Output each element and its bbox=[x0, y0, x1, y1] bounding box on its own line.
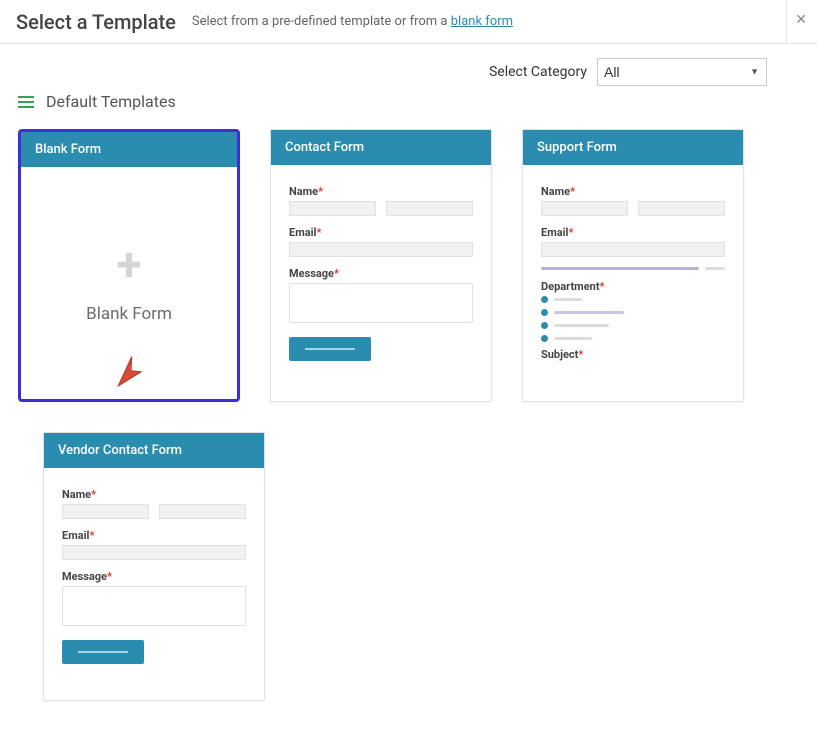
last-name-input bbox=[159, 504, 246, 519]
email-input bbox=[541, 242, 725, 257]
field-label-message: Message* bbox=[62, 570, 246, 583]
card-title: Vendor Contact Form bbox=[44, 433, 264, 468]
field-label-email: Email* bbox=[541, 226, 725, 239]
last-name-input bbox=[638, 201, 725, 216]
card-body-support: Name* Email* Department* Subject* bbox=[523, 165, 743, 397]
section-separator bbox=[541, 267, 725, 270]
card-title: Contact Form bbox=[271, 130, 491, 165]
field-label-department: Department* bbox=[541, 280, 725, 293]
first-name-input bbox=[62, 504, 149, 519]
field-label-message: Message* bbox=[289, 267, 473, 280]
field-label-subject: Subject* bbox=[541, 348, 725, 361]
radio-option bbox=[541, 335, 725, 342]
blank-form-link[interactable]: blank form bbox=[451, 14, 513, 29]
subtitle-text: Select from a pre-defined template or fr… bbox=[192, 14, 451, 29]
section-title: Default Templates bbox=[46, 92, 176, 111]
field-label-name: Name* bbox=[289, 185, 473, 198]
cursor-arrow-icon bbox=[111, 352, 144, 390]
plus-icon: + bbox=[116, 242, 141, 288]
field-label-email: Email* bbox=[62, 529, 246, 542]
field-label-name: Name* bbox=[541, 185, 725, 198]
template-grid: Blank Form + Blank Form Contact Form Nam… bbox=[0, 111, 817, 731]
card-title: Support Form bbox=[523, 130, 743, 165]
dialog-subtitle: Select from a pre-defined template or fr… bbox=[192, 14, 513, 29]
close-icon[interactable]: ✕ bbox=[795, 12, 807, 28]
name-input-row bbox=[289, 201, 473, 216]
category-select[interactable]: All bbox=[597, 58, 767, 86]
section-header: Default Templates bbox=[0, 86, 817, 111]
email-input bbox=[289, 242, 473, 257]
card-body-contact: Name* Email* Message* bbox=[271, 165, 491, 397]
category-controls: Select Category All bbox=[0, 44, 817, 86]
message-textarea bbox=[289, 283, 473, 323]
dialog-title: Select a Template bbox=[16, 10, 176, 34]
first-name-input bbox=[541, 201, 628, 216]
radio-option bbox=[541, 309, 725, 316]
first-name-input bbox=[289, 201, 376, 216]
template-card-vendor[interactable]: Vendor Contact Form Name* Email* Message… bbox=[43, 432, 265, 701]
template-card-blank[interactable]: Blank Form + Blank Form bbox=[18, 129, 240, 402]
category-select-wrap: All bbox=[597, 58, 767, 86]
template-card-support[interactable]: Support Form Name* Email* Department* Su… bbox=[522, 129, 744, 402]
menu-icon[interactable] bbox=[18, 95, 34, 109]
message-textarea bbox=[62, 586, 246, 626]
name-input-row bbox=[541, 201, 725, 216]
radio-option bbox=[541, 296, 725, 303]
category-label: Select Category bbox=[489, 64, 587, 80]
last-name-input bbox=[386, 201, 473, 216]
name-input-row bbox=[62, 504, 246, 519]
submit-button-preview bbox=[62, 640, 144, 664]
email-input bbox=[62, 545, 246, 560]
card-title: Blank Form bbox=[21, 132, 237, 167]
radio-option bbox=[541, 322, 725, 329]
template-card-contact[interactable]: Contact Form Name* Email* Message* bbox=[270, 129, 492, 402]
header-divider bbox=[786, 0, 787, 43]
dialog-header: Select a Template Select from a pre-defi… bbox=[0, 0, 817, 44]
field-label-name: Name* bbox=[62, 488, 246, 501]
card-body-vendor: Name* Email* Message* bbox=[44, 468, 264, 700]
field-label-email: Email* bbox=[289, 226, 473, 239]
submit-button-preview bbox=[289, 337, 371, 361]
card-body-blank: + Blank Form bbox=[21, 167, 237, 399]
blank-form-label: Blank Form bbox=[86, 304, 172, 324]
